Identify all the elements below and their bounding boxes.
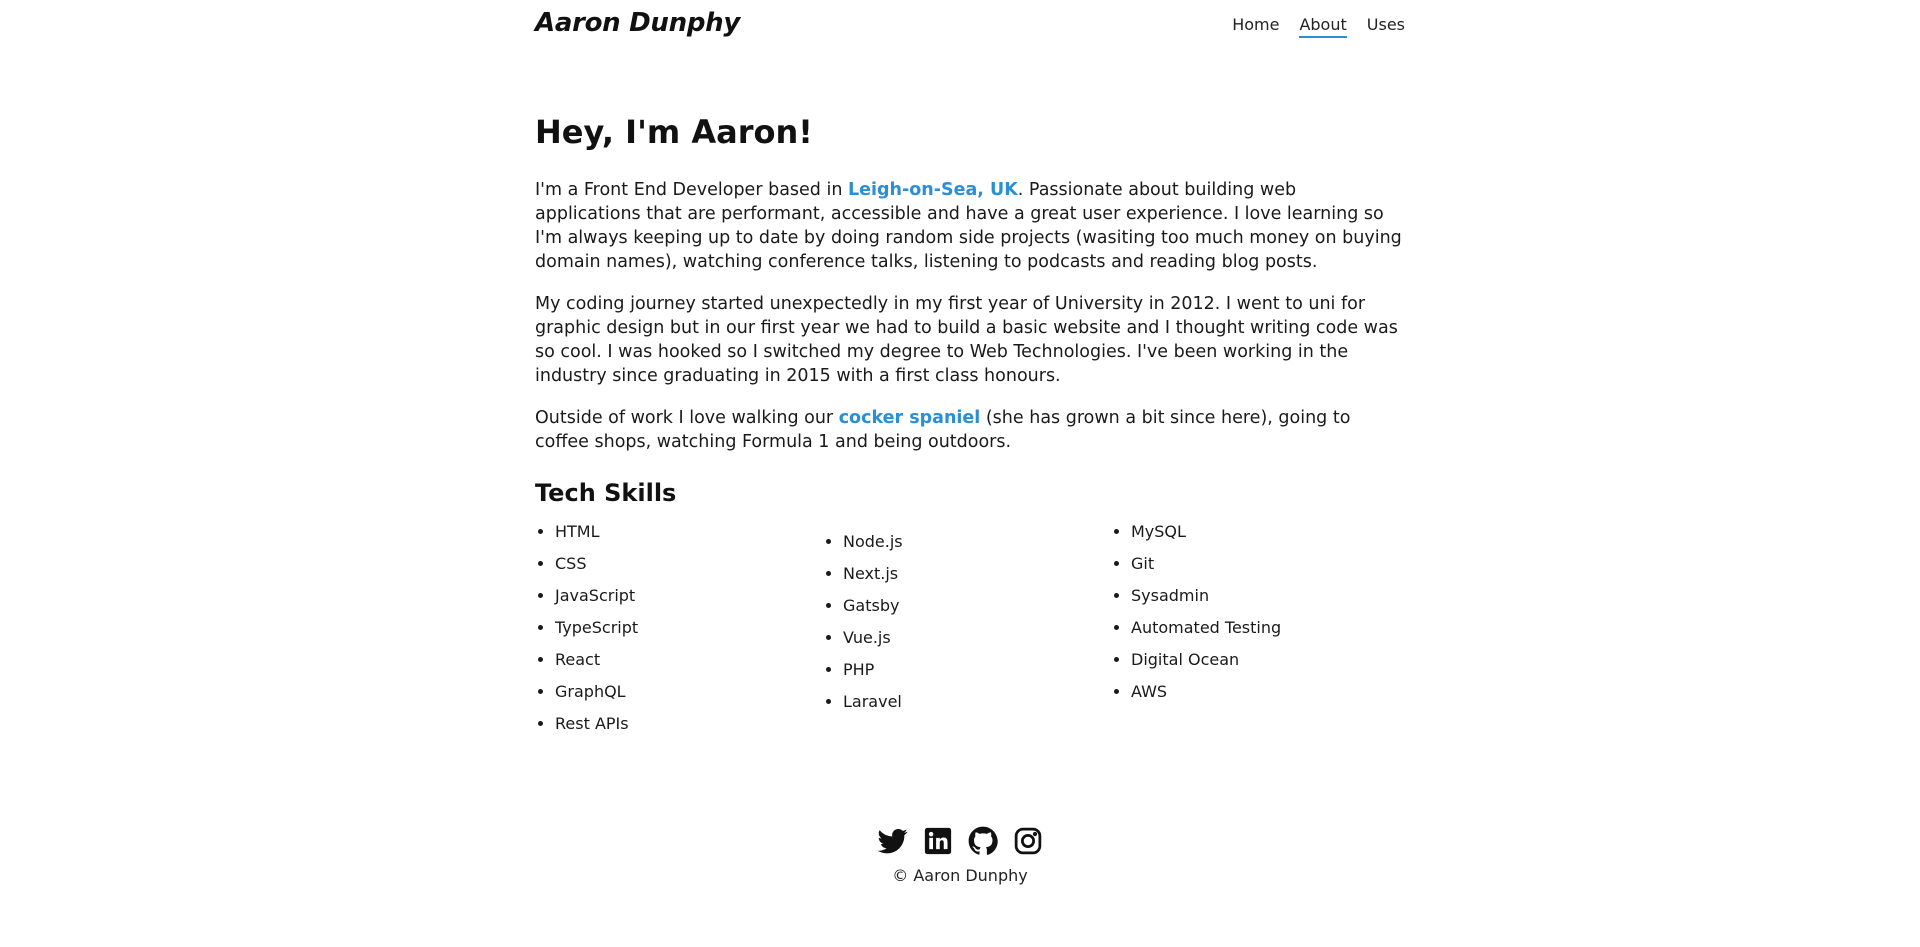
skill-item: Laravel [843,692,1111,712]
site-footer: © Aaron Dunphy [0,826,1920,885]
tech-skills-list: HTML CSS JavaScript TypeScript React Gra… [535,522,1405,746]
skills-column-3: MySQL Git Sysadmin Automated Testing Dig… [1111,522,1399,746]
site-header: Aaron Dunphy Home About Uses [535,0,1405,58]
skill-item: Next.js [843,564,1111,584]
nav-home[interactable]: Home [1232,15,1279,38]
nav-uses[interactable]: Uses [1367,15,1405,38]
skill-item: Git [1131,554,1399,574]
skill-item: Rest APIs [555,714,823,734]
instagram-icon[interactable] [1013,826,1043,856]
tech-skills-heading: Tech Skills [535,479,677,507]
skill-item: MySQL [1131,522,1399,542]
intro-paragraph: I'm a Front End Developer based in Leigh… [535,178,1405,274]
hobbies-text-before: Outside of work I love walking our [535,408,839,428]
main-content: Hey, I'm Aaron! I'm a Front End Develope… [535,112,1405,746]
skills-column-2: Node.js Next.js Gatsby Vue.js PHP Larave… [823,532,1111,746]
skill-item: CSS [555,554,823,574]
journey-paragraph: My coding journey started unexpectedly i… [535,294,1398,386]
main-nav: Home About Uses [1232,15,1405,38]
skill-item: Digital Ocean [1131,650,1399,670]
intro-text-before: I'm a Front End Developer based in [535,180,848,200]
skill-item: Vue.js [843,628,1111,648]
skill-item: Sysadmin [1131,586,1399,606]
skill-item: JavaScript [555,586,823,606]
copyright-text: © Aaron Dunphy [892,866,1028,885]
linkedin-icon[interactable] [923,826,953,856]
location-link[interactable]: Leigh-on-Sea, UK [848,180,1018,200]
site-logo[interactable]: Aaron Dunphy [535,8,740,38]
cocker-spaniel-link[interactable]: cocker spaniel [839,408,981,428]
skill-item: React [555,650,823,670]
skill-item: TypeScript [555,618,823,638]
skill-item: GraphQL [555,682,823,702]
hobbies-paragraph: Outside of work I love walking our cocke… [535,406,1405,454]
github-icon[interactable] [968,826,998,856]
skill-item: Gatsby [843,596,1111,616]
skill-item: HTML [555,522,823,542]
nav-about[interactable]: About [1299,15,1347,38]
page-title: Hey, I'm Aaron! [535,113,813,151]
page-container: Aaron Dunphy Home About Uses Hey, I'm Aa… [535,0,1405,733]
skills-column-1: HTML CSS JavaScript TypeScript React Gra… [535,522,823,746]
social-links [0,826,1920,856]
skill-item: Automated Testing [1131,618,1399,638]
skill-item: AWS [1131,682,1399,702]
skill-item: PHP [843,660,1111,680]
twitter-icon[interactable] [877,826,908,856]
skill-item: Node.js [843,532,1111,552]
